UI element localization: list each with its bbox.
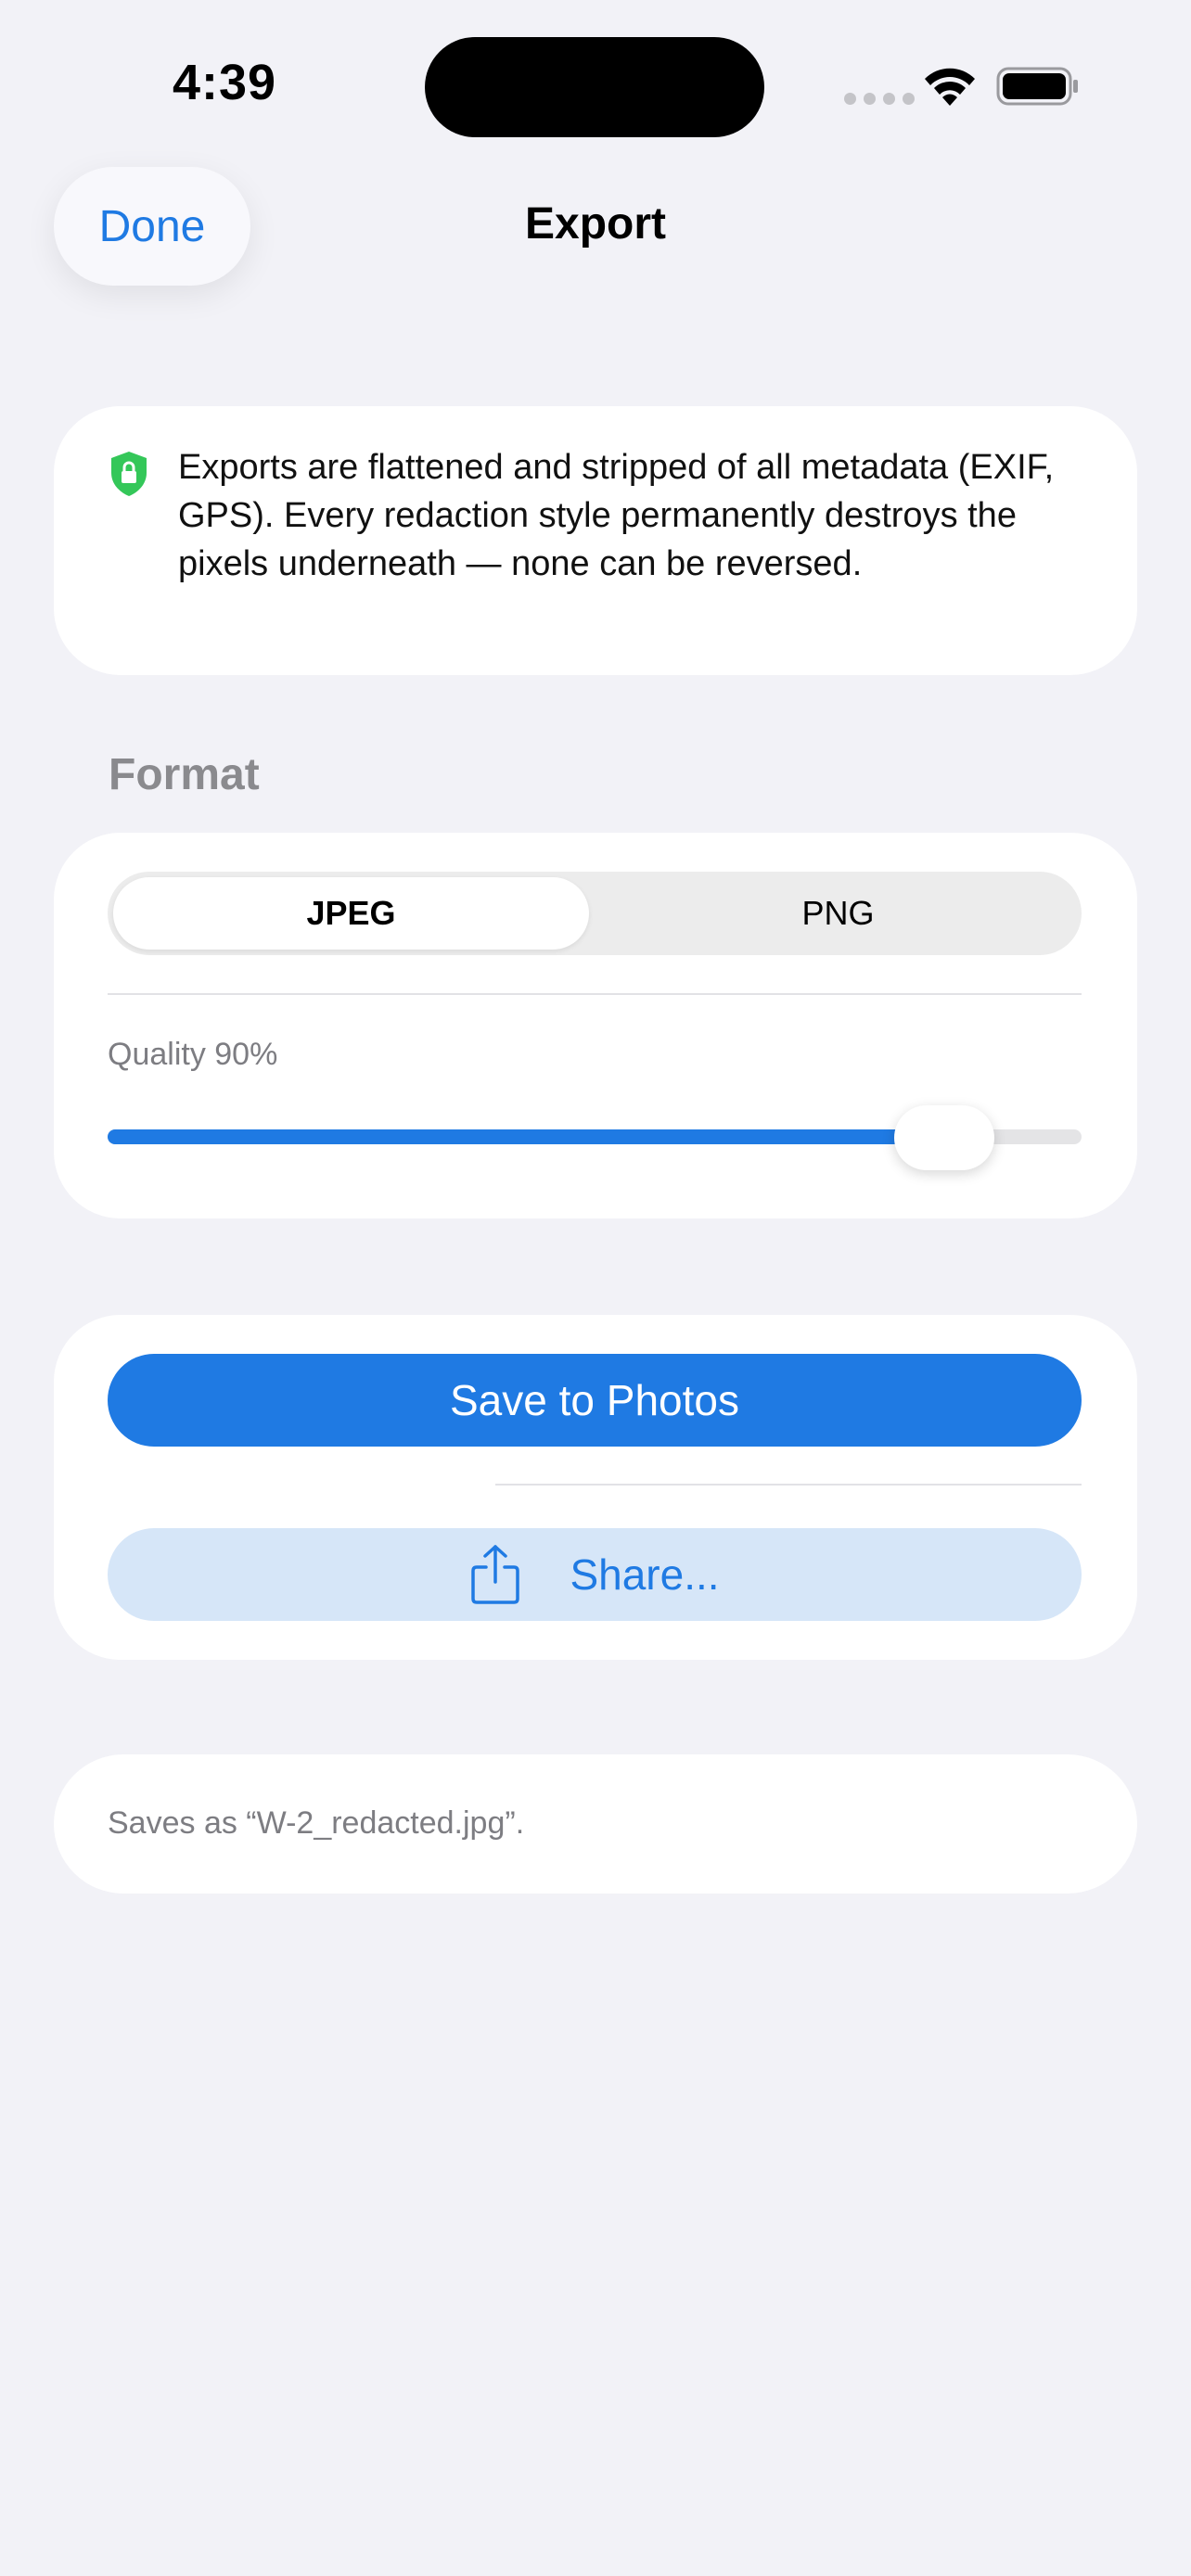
- quality-slider-fill: [108, 1129, 944, 1144]
- format-option-png[interactable]: PNG: [600, 877, 1076, 950]
- battery-icon: [996, 67, 1078, 106]
- actions-card: Save to Photos Share...: [54, 1315, 1137, 1660]
- wifi-icon: [925, 68, 975, 106]
- filename-text: Saves as “W-2_redacted.jpg”.: [108, 1805, 525, 1841]
- format-divider: [108, 993, 1082, 995]
- share-icon: [471, 1545, 520, 1604]
- share-label: Share...: [570, 1550, 720, 1599]
- status-time: 4:39: [173, 55, 277, 110]
- page-title: Export: [524, 199, 666, 249]
- metadata-info-text: Exports are flattened and stripped of al…: [178, 448, 1055, 583]
- quality-label: Quality 90%: [108, 1037, 278, 1072]
- quality-slider-thumb[interactable]: [893, 1105, 994, 1170]
- metadata-info-card: Exports are flattened and stripped of al…: [54, 406, 1137, 675]
- format-section-label: Format: [109, 750, 260, 799]
- filename-card: Saves as “W-2_redacted.jpg”.: [54, 1754, 1137, 1894]
- actions-divider: [495, 1484, 1082, 1486]
- dynamic-island: [425, 37, 764, 137]
- share-button[interactable]: Share...: [108, 1528, 1082, 1621]
- format-card: JPEG PNG Quality 90%: [54, 833, 1137, 1218]
- format-option-jpeg[interactable]: JPEG: [113, 877, 589, 950]
- save-to-photos-button[interactable]: Save to Photos: [108, 1354, 1082, 1447]
- cellular-signal-icon: [844, 93, 915, 105]
- format-segmented-control: JPEG PNG: [108, 872, 1082, 955]
- shield-lock-icon: [111, 452, 147, 496]
